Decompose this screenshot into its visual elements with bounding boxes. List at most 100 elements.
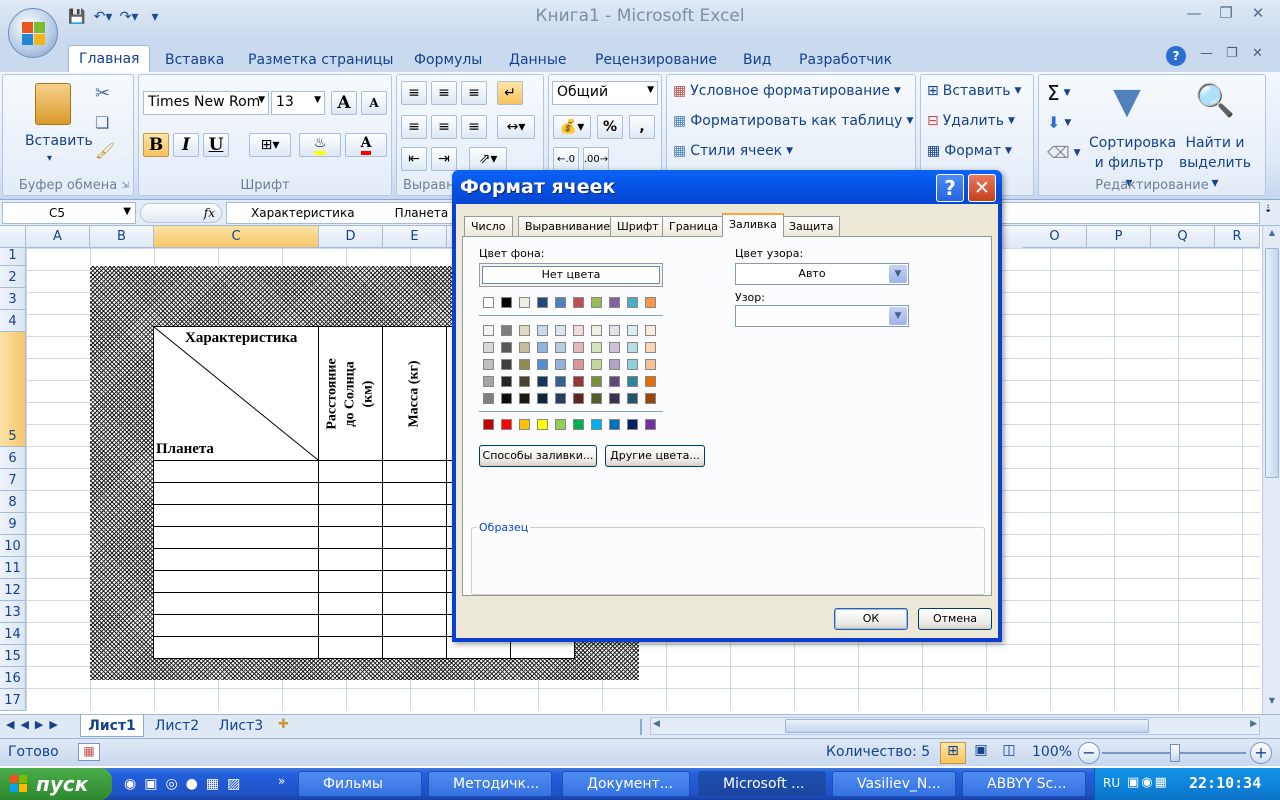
color-swatch[interactable] [609, 376, 620, 387]
dialog-tab-border[interactable]: Граница [662, 216, 726, 236]
table-cell[interactable] [153, 615, 319, 637]
align-top-icon[interactable]: ≡ [401, 81, 427, 105]
quick-launch-expand-icon[interactable]: » [278, 774, 285, 788]
insert-function-button[interactable]: fx [140, 203, 222, 223]
zoom-level[interactable]: 100% [1032, 744, 1072, 760]
color-swatch[interactable] [555, 376, 566, 387]
color-swatch[interactable] [573, 359, 584, 370]
color-swatch[interactable] [573, 325, 584, 336]
scroll-up-icon[interactable]: ▲ [1265, 228, 1279, 244]
table-cell[interactable] [383, 461, 447, 483]
row-header[interactable]: 11 [0, 557, 26, 579]
color-swatch[interactable] [537, 393, 548, 404]
paste-button[interactable]: Вставить [25, 133, 93, 149]
color-swatch[interactable] [591, 376, 602, 387]
row-header[interactable]: 17 [0, 689, 26, 711]
grow-font-button[interactable]: A [331, 91, 357, 115]
row-header[interactable]: 8 [0, 491, 26, 513]
table-cell[interactable] [319, 593, 383, 615]
standard-color-swatch[interactable] [501, 419, 512, 430]
color-swatch[interactable] [519, 376, 530, 387]
row-header[interactable]: 6 [0, 447, 26, 469]
table-cell[interactable] [383, 593, 447, 615]
table-cell[interactable] [319, 637, 383, 659]
cut-icon[interactable]: ✂ [95, 83, 110, 104]
color-swatch[interactable] [483, 342, 494, 353]
color-swatch[interactable] [591, 325, 602, 336]
quick-launch-icons[interactable]: ◉▣◎●▦▨ [124, 776, 248, 792]
font-color-button[interactable]: A [345, 133, 387, 157]
clear-button[interactable]: ⌫ ▼ [1047, 143, 1081, 162]
align-left-icon[interactable]: ≡ [401, 115, 427, 139]
color-swatch[interactable] [609, 393, 620, 404]
color-swatch[interactable] [627, 359, 638, 370]
ribbon-close-icon[interactable]: ✕ [1252, 46, 1263, 61]
zoom-out-icon[interactable]: − [1078, 742, 1100, 764]
standard-color-swatch[interactable] [555, 419, 566, 430]
color-swatch[interactable] [573, 297, 584, 308]
taskbar-item[interactable]: Документ... [562, 771, 690, 797]
color-swatch[interactable] [501, 297, 512, 308]
row-header-selected[interactable]: 5 [0, 332, 26, 447]
column-header[interactable]: P [1087, 226, 1151, 248]
color-swatch[interactable] [591, 359, 602, 370]
table-cell[interactable] [153, 483, 319, 505]
table-cell[interactable] [383, 615, 447, 637]
autosum-button[interactable]: Σ ▼ [1047, 81, 1071, 105]
table-cell[interactable] [153, 593, 319, 615]
row-header[interactable]: 10 [0, 535, 26, 557]
normal-view-icon[interactable]: ⊞ [940, 742, 966, 764]
font-name-combo[interactable]: Times New Rom ▼ [143, 91, 269, 115]
pattern-color-select[interactable]: Авто ▼ [735, 263, 909, 285]
color-swatch[interactable] [483, 359, 494, 370]
table-cell[interactable] [319, 571, 383, 593]
table-cell[interactable] [153, 527, 319, 549]
align-right-icon[interactable]: ≡ [461, 115, 487, 139]
tab-split-handle[interactable] [640, 719, 646, 735]
shrink-font-button[interactable]: A [361, 91, 387, 115]
color-swatch[interactable] [555, 342, 566, 353]
tab-data[interactable]: Данные [499, 48, 577, 72]
color-swatch[interactable] [591, 342, 602, 353]
color-swatch[interactable] [519, 325, 530, 336]
taskbar-item-active[interactable]: Microsoft ... [698, 771, 826, 797]
color-swatch[interactable] [645, 342, 656, 353]
column-header-selected[interactable]: C [154, 226, 319, 248]
italic-button[interactable]: I [173, 133, 199, 157]
table-cell[interactable] [153, 461, 319, 483]
minimize-icon[interactable]: — [1180, 4, 1208, 26]
table-cell[interactable] [319, 505, 383, 527]
scroll-left-icon[interactable]: ◀ [653, 719, 660, 729]
merge-center-icon[interactable]: ↔▾ [497, 115, 535, 139]
color-swatch[interactable] [645, 325, 656, 336]
column-header[interactable]: E [383, 226, 447, 248]
row-header[interactable]: 9 [0, 513, 26, 535]
color-swatch[interactable] [537, 297, 548, 308]
table-cell[interactable] [383, 571, 447, 593]
format-cells-button[interactable]: ▦ Формат ▼ [927, 143, 1012, 159]
standard-color-swatch[interactable] [519, 419, 530, 430]
insert-cells-button[interactable]: ⊞ Вставить ▼ [927, 83, 1021, 99]
table-cell[interactable] [153, 549, 319, 571]
column-header[interactable]: B [90, 226, 154, 248]
maximize-icon[interactable]: ❐ [1212, 4, 1240, 26]
color-swatch[interactable] [483, 325, 494, 336]
color-swatch[interactable] [609, 297, 620, 308]
color-swatch[interactable] [519, 342, 530, 353]
color-swatch[interactable] [609, 342, 620, 353]
table-cell[interactable] [383, 549, 447, 571]
color-swatch[interactable] [645, 297, 656, 308]
format-as-table-button[interactable]: ▦ Форматировать как таблицу ▼ [673, 113, 913, 129]
dialog-help-button[interactable]: ? [936, 174, 964, 202]
color-swatch[interactable] [645, 359, 656, 370]
fill-button[interactable]: ⬇ ▼ [1047, 113, 1071, 132]
table-cell[interactable] [383, 483, 447, 505]
taskbar-item[interactable]: Фильмы [298, 771, 422, 797]
row-header[interactable]: 7 [0, 469, 26, 491]
column-header[interactable]: D [319, 226, 383, 248]
table-cell[interactable] [383, 637, 447, 659]
row-header[interactable]: 1 [0, 248, 26, 266]
column-header[interactable]: Q [1151, 226, 1215, 248]
table-cell[interactable] [319, 461, 383, 483]
increase-indent-icon[interactable]: ⇥ [431, 147, 457, 171]
